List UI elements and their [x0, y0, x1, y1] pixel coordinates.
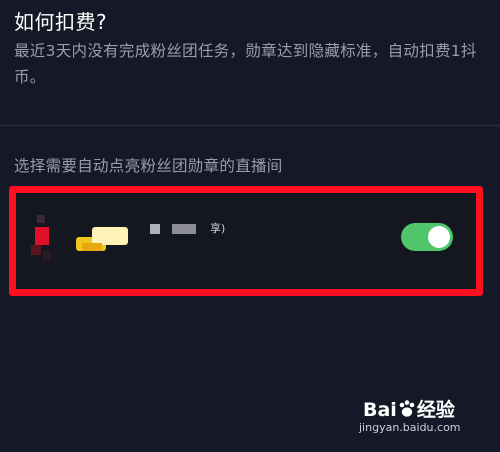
baidu-jingyan-watermark: Bai 经验 jingyan.baidu.com	[359, 395, 478, 439]
faq-description: 最近3天内没有完成粉丝团任务，勋章达到隐藏标准，自动扣费1抖币。	[14, 42, 477, 86]
faq-title: 如何扣费?	[14, 10, 108, 34]
highlight-annotation-frame	[9, 186, 483, 296]
paw-icon	[399, 400, 415, 417]
watermark-url: jingyan.baidu.com	[359, 421, 461, 434]
section-label: 选择需要自动点亮粉丝团勋章的直播间	[14, 157, 283, 175]
baidu-logo: Bai 经验	[363, 399, 455, 421]
section-divider	[0, 125, 500, 126]
